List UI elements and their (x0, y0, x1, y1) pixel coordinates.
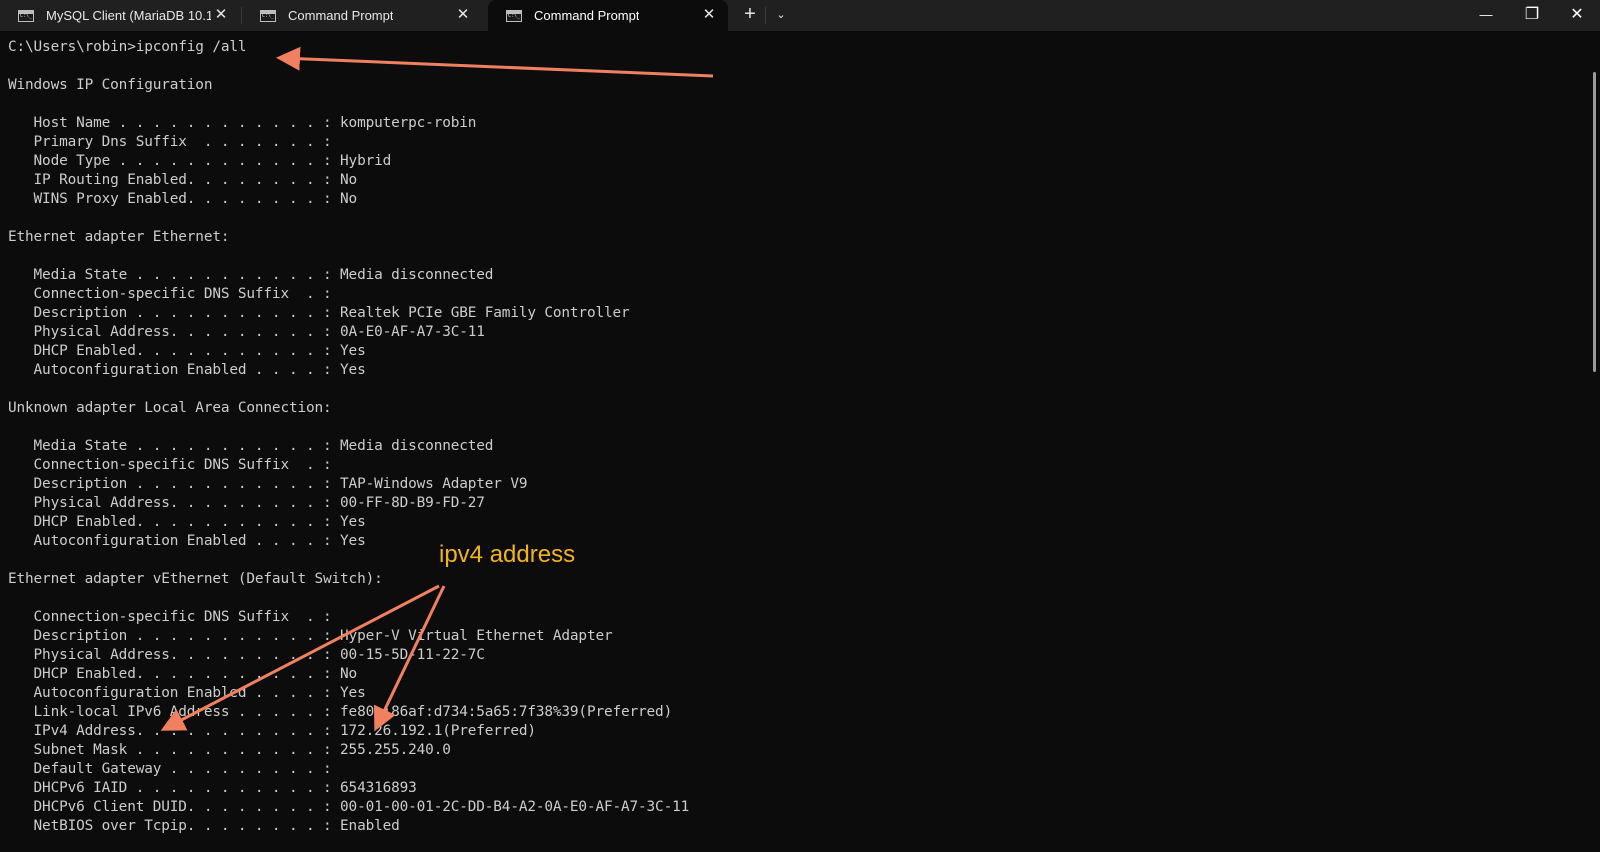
terminal-line: DHCPv6 Client DUID. . . . . . . . : 00-0… (8, 799, 690, 815)
terminal-line: Description . . . . . . . . . . . : Real… (8, 305, 630, 321)
terminal-line: Autoconfiguration Enabled . . . . : Yes (8, 362, 366, 378)
terminal-line: IP Routing Enabled. . . . . . . . : No (8, 172, 358, 188)
title-bar: MySQL Client (MariaDB 10.11 (x ✕ Command… (0, 0, 1600, 31)
tab-separator (765, 7, 766, 24)
terminal-icon (18, 9, 34, 22)
terminal-line: Physical Address. . . . . . . . . : 00-1… (8, 647, 485, 663)
scrollbar-thumb[interactable] (1593, 72, 1596, 372)
tab-mysql-client[interactable]: MySQL Client (MariaDB 10.11 (x ✕ (0, 0, 240, 31)
terminal-output[interactable]: C:\Users\robin>ipconfig /all Windows IP C… (8, 38, 689, 836)
terminal-line: Media State . . . . . . . . . . . : Medi… (8, 438, 494, 454)
terminal-line: Physical Address. . . . . . . . . : 0A-E… (8, 324, 485, 340)
terminal-line: Default Gateway . . . . . . . . . : (8, 761, 332, 777)
maximize-button[interactable]: ❐ (1509, 0, 1555, 31)
terminal-icon (260, 9, 276, 22)
terminal-line: DHCP Enabled. . . . . . . . . . . : Yes (8, 514, 366, 530)
terminal-line: Description . . . . . . . . . . . : Hype… (8, 628, 613, 644)
new-tab-button[interactable]: + (738, 0, 762, 31)
terminal-line: WINS Proxy Enabled. . . . . . . . : No (8, 191, 358, 207)
terminal-line: Connection-specific DNS Suffix . : (8, 457, 332, 473)
tab-label: Command Prompt (534, 8, 640, 23)
terminal-line: C:\Users\robin>ipconfig /all (8, 39, 247, 55)
terminal-line: Physical Address. . . . . . . . . : 00-F… (8, 495, 485, 511)
terminal-line: Autoconfiguration Enabled . . . . : Yes (8, 685, 366, 701)
terminal-icon (506, 9, 522, 22)
terminal-line: Host Name . . . . . . . . . . . . : komp… (8, 115, 477, 131)
terminal-line: Windows IP Configuration (8, 77, 213, 93)
tab-close-button[interactable]: ✕ (454, 6, 472, 24)
terminal-line: Connection-specific DNS Suffix . : (8, 609, 332, 625)
terminal-line: DHCP Enabled. . . . . . . . . . . : No (8, 666, 358, 682)
tab-close-button[interactable]: ✕ (700, 6, 718, 24)
terminal-line: IPv4 Address. . . . . . . . . . . : 172.… (8, 723, 536, 739)
terminal-line: DHCP Enabled. . . . . . . . . . . : Yes (8, 343, 366, 359)
tab-label: Command Prompt (288, 8, 394, 23)
terminal-line: Connection-specific DNS Suffix . : (8, 286, 332, 302)
terminal-line: Unknown adapter Local Area Connection: (8, 400, 332, 416)
terminal-line: Subnet Mask . . . . . . . . . . . : 255.… (8, 742, 451, 758)
tab-label: MySQL Client (MariaDB 10.11 (x (46, 8, 211, 23)
terminal-line: Link-local IPv6 Address . . . . . : fe80… (8, 704, 673, 720)
terminal-line: Ethernet adapter Ethernet: (8, 229, 230, 245)
terminal-line: NetBIOS over Tcpip. . . . . . . . : Enab… (8, 818, 400, 834)
terminal-line: Media State . . . . . . . . . . . : Medi… (8, 267, 494, 283)
terminal-line: DHCPv6 IAID . . . . . . . . . . . : 6543… (8, 780, 417, 796)
terminal-line: Ethernet adapter vEthernet (Default Swit… (8, 571, 383, 587)
minimize-button[interactable]: — (1463, 0, 1509, 31)
terminal-line: Description . . . . . . . . . . . : TAP-… (8, 476, 528, 492)
tab-command-prompt-active[interactable]: Command Prompt ✕ (488, 0, 728, 31)
annotation-label: ipv4 address (439, 541, 576, 568)
tab-dropdown-button[interactable]: ⌄ (770, 0, 792, 31)
tab-close-button[interactable]: ✕ (212, 6, 230, 24)
terminal-line: Node Type . . . . . . . . . . . . : Hybr… (8, 153, 392, 169)
terminal-line: Autoconfiguration Enabled . . . . : Yes (8, 533, 366, 549)
tab-command-prompt-1[interactable]: Command Prompt ✕ (242, 0, 482, 31)
close-window-button[interactable]: ✕ (1554, 0, 1600, 31)
terminal-line: Primary Dns Suffix . . . . . . . : (8, 134, 332, 150)
